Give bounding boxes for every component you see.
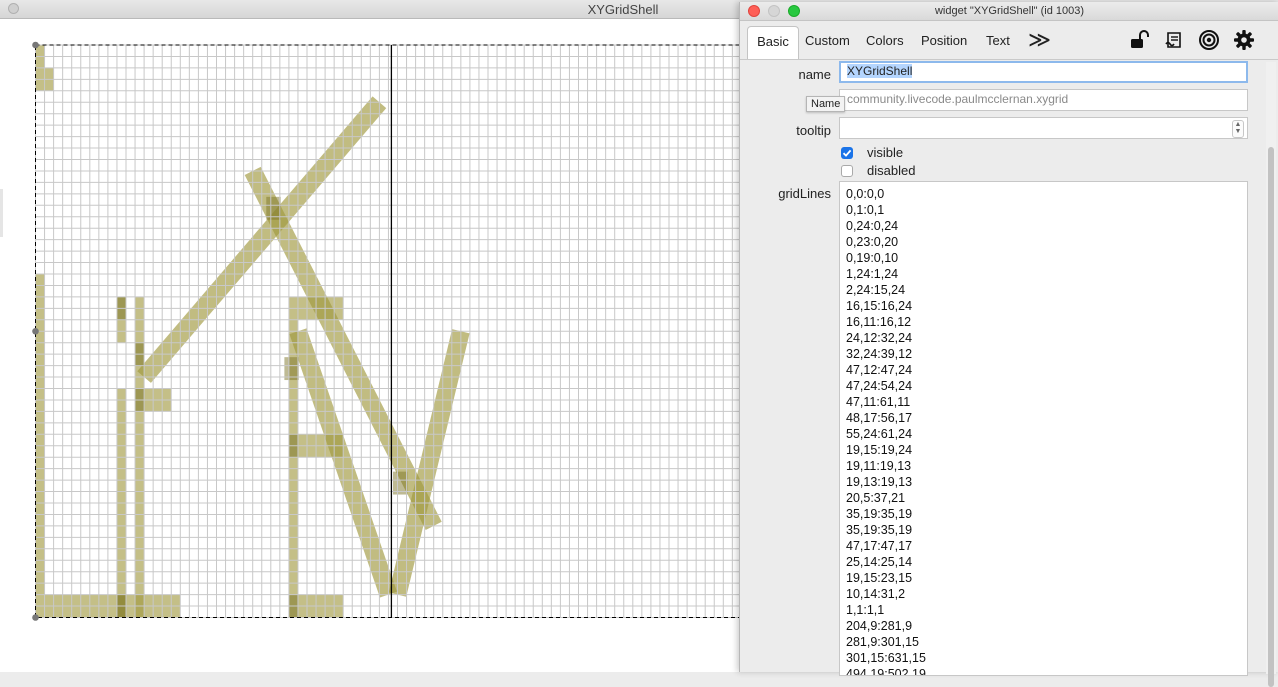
gridline-entry: 47,11:61,11 — [846, 395, 911, 409]
name-tooltip: Name — [806, 96, 846, 112]
gridline-entry: 301,15:631,15 — [846, 651, 926, 665]
gridline-entry: 0,0:0,0 — [846, 187, 885, 201]
gridline-entry: 19,11:19,13 — [846, 459, 912, 473]
visible-label: visible — [867, 145, 904, 160]
tooltip-field[interactable]: ▲ ▼ — [839, 117, 1248, 139]
gridline-entry: 0,1:0,1 — [846, 203, 885, 217]
tab-text[interactable]: Text — [986, 26, 1010, 56]
gridline-entry: 48,17:56,17 — [846, 411, 913, 425]
gridline-entry: 25,14:25,14 — [846, 555, 913, 569]
gridline-entry: 47,12:47,24 — [846, 363, 913, 377]
selection-handle — [32, 614, 39, 621]
gridline-entry: 0,19:0,10 — [846, 251, 899, 265]
disabled-checkbox[interactable] — [841, 165, 853, 177]
visible-checkbox[interactable] — [841, 147, 853, 159]
gridlines-field[interactable]: 0,0:0,0 0,1:0,1 0,24:0,24 0,23:0,20 0,19:0,1… — [839, 181, 1248, 676]
inspector-title: widget "XYGridShell" (id 1003) — [934, 5, 1085, 17]
gridline-entry: 19,15:19,24 — [846, 443, 913, 457]
name-value: XYGridShell — [847, 64, 913, 78]
gridline-entry: 47,17:47,17 — [846, 539, 913, 553]
lock-icon[interactable] — [1128, 29, 1150, 51]
disabled-label: disabled — [867, 163, 916, 178]
script-icon[interactable] — [1163, 29, 1185, 51]
gridline-entry: 1,1:1,1 — [846, 603, 885, 617]
gridline-entry: 0,23:0,20 — [846, 235, 899, 249]
gridlines-list: 0,0:0,0 0,1:0,1 0,24:0,24 0,23:0,20 0,19:0,1… — [846, 186, 926, 676]
gridline-entry: 35,19:35,19 — [846, 507, 913, 521]
tab-colors[interactable]: Colors — [866, 26, 904, 56]
tooltip-label: tooltip — [796, 123, 831, 138]
gridline-entry: 494,19:502,19 — [846, 667, 926, 676]
selection-handle — [32, 327, 39, 335]
gridlines-label: gridLines — [778, 186, 831, 201]
target-icon[interactable] — [1198, 29, 1220, 51]
checkmark-icon — [842, 149, 852, 157]
tab-custom[interactable]: Custom — [805, 26, 850, 56]
scrollbar-thumb[interactable] — [1268, 147, 1274, 687]
gridline-entry: 55,24:61,24 — [846, 427, 913, 441]
gridline-entry: 19,13:19,13 — [846, 475, 913, 489]
gear-icon[interactable] — [1233, 29, 1255, 51]
inspector-scrollbar[interactable] — [1266, 62, 1276, 687]
gridline-entry: 1,24:1,24 — [846, 267, 899, 281]
gridline-entry: 16,11:16,12 — [846, 315, 912, 329]
name-label: name — [798, 67, 831, 82]
kind-field[interactable]: community.livecode.paulmcclernan.xygrid — [839, 89, 1248, 111]
gridline-entry: 0,24:0,24 — [846, 219, 899, 233]
more-tabs-icon[interactable]: ≫ — [1028, 25, 1051, 55]
gridline-entry: 19,15:23,15 — [846, 571, 913, 585]
name-field[interactable]: XYGridShell — [839, 61, 1248, 83]
gridline-entry: 10,14:31,2 — [846, 587, 906, 601]
selection-handle — [32, 41, 39, 49]
gridline-entry: 16,15:16,24 — [846, 299, 913, 313]
gridline-entry: 281,9:301,15 — [846, 635, 919, 649]
xy-grid-widget[interactable] — [0, 19, 740, 672]
gridline-entry: 35,19:35,19 — [846, 523, 913, 537]
gridline-entry: 204,9:281,9 — [846, 619, 913, 633]
gridline-entry: 32,24:39,12 — [846, 347, 913, 361]
inspector-tabbar: Basic Custom Colors Position Text ≫ — [740, 21, 1278, 60]
gridline-entry: 20,5:37,21 — [846, 491, 906, 505]
inspector-titlebar: widget "XYGridShell" (id 1003) — [740, 2, 1278, 21]
tab-basic[interactable]: Basic — [747, 26, 799, 59]
gridline-entry: 2,24:15,24 — [846, 283, 906, 297]
gridline-entry: 24,12:32,24 — [846, 331, 913, 345]
property-inspector-window: widget "XYGridShell" (id 1003) Basic Cus… — [739, 2, 1278, 687]
gridline-entry: 47,24:54,24 — [846, 379, 913, 393]
tab-position[interactable]: Position — [921, 26, 967, 56]
stepper-icon[interactable]: ▲ ▼ — [1232, 120, 1244, 138]
